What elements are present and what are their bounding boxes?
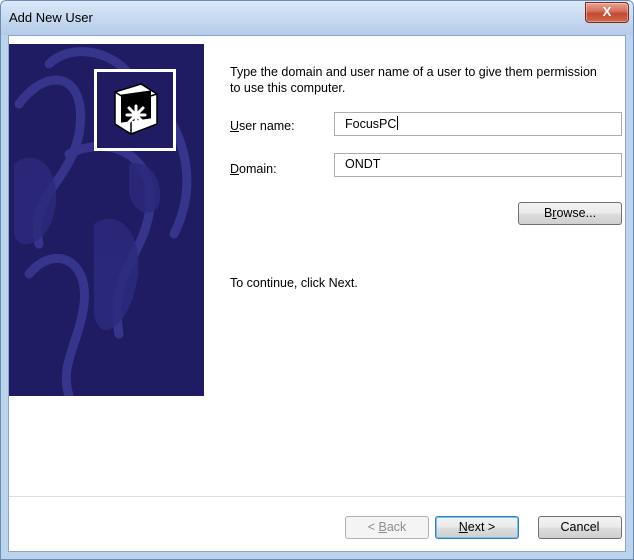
wizard-banner-image (9, 44, 204, 396)
dialog-window: Add New User X Type the domain and user … (0, 0, 634, 560)
continue-instruction: To continue, click Next. (230, 276, 358, 290)
title-bar[interactable]: Add New User X (1, 1, 633, 35)
footer-separator (9, 496, 625, 497)
text-caret (397, 116, 399, 130)
username-input[interactable]: FocusPC (334, 112, 622, 136)
domain-input[interactable]: ONDT (334, 153, 622, 177)
username-value: FocusPC (345, 117, 397, 131)
user-account-logo-icon (94, 69, 176, 151)
dialog-client-area: Type the domain and user name of a user … (8, 35, 626, 552)
back-button[interactable]: < Back (345, 516, 429, 539)
next-button[interactable]: Next > (435, 516, 519, 539)
domain-value: ONDT (345, 157, 381, 171)
close-icon: X (602, 4, 612, 19)
intro-text: Type the domain and user name of a user … (230, 65, 597, 95)
close-button[interactable]: X (585, 2, 629, 23)
cancel-button[interactable]: Cancel (538, 516, 622, 539)
window-title: Add New User (9, 10, 93, 25)
username-label: User name: (230, 119, 295, 133)
domain-label: Domain: (230, 162, 277, 176)
browse-button[interactable]: Browse... (518, 202, 622, 225)
